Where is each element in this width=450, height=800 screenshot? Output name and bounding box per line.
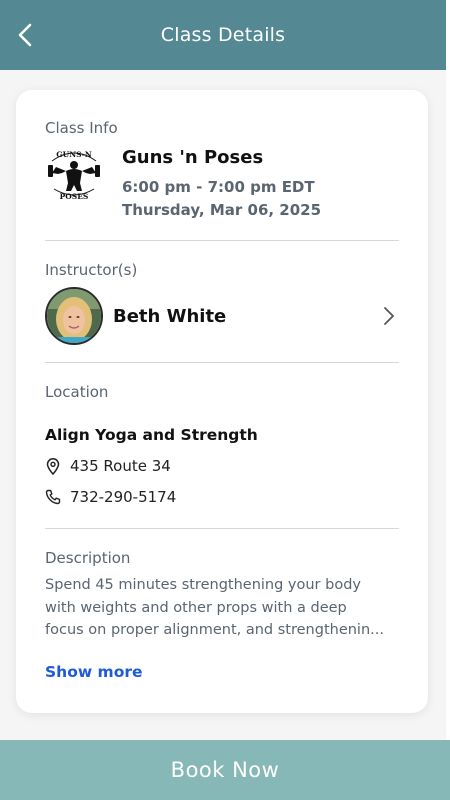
phone-text: 732-290-5174 — [70, 488, 177, 506]
divider — [45, 362, 399, 363]
logo-text-bottom: POSES — [60, 192, 89, 201]
instructors-label: Instructor(s) — [45, 261, 138, 279]
instructor-item[interactable]: Beth White — [45, 287, 399, 345]
map-pin-icon — [45, 457, 61, 475]
class-info-label: Class Info — [45, 119, 118, 137]
guns-n-poses-logo: GUNS-N POSES — [46, 145, 102, 201]
phone-row[interactable]: 732-290-5174 — [45, 488, 176, 506]
instructor-photo — [47, 289, 101, 343]
page-title: Class Details — [160, 24, 286, 46]
class-time: 6:00 pm - 7:00 pm EDT — [122, 178, 315, 196]
book-now-button[interactable]: Book Now — [0, 740, 450, 800]
address-text: 435 Route 34 — [70, 457, 171, 475]
description-line: Spend 45 minutes strengthening your body — [45, 577, 361, 593]
description-label: Description — [45, 549, 131, 567]
class-name: Guns 'n Poses — [122, 147, 264, 168]
chevron-left-icon — [18, 23, 32, 47]
class-date: Thursday, Mar 06, 2025 — [122, 201, 322, 219]
class-details-card: Class Info GUNS-N POSES Guns 'n Poses 6:… — [16, 90, 428, 713]
description-line: with weights and other props with a deep — [45, 599, 347, 616]
back-button[interactable] — [10, 17, 40, 53]
divider — [45, 240, 399, 241]
address-row[interactable]: 435 Route 34 — [45, 457, 171, 475]
app-header: Class Details — [0, 0, 446, 70]
logo-text-top: GUNS-N — [56, 150, 92, 159]
divider — [45, 528, 399, 529]
edge-strip — [446, 0, 450, 800]
description-line: focus on proper alignment, and strengthe… — [45, 622, 384, 638]
show-more-link[interactable]: Show more — [45, 663, 143, 681]
phone-icon — [45, 488, 61, 506]
description-text: Spend 45 minutes strengthening your body… — [45, 574, 403, 642]
avatar — [45, 287, 103, 345]
location-name: Align Yoga and Strength — [45, 426, 258, 444]
location-label: Location — [45, 383, 109, 401]
chevron-right-icon — [379, 304, 399, 328]
instructor-name: Beth White — [113, 305, 227, 327]
